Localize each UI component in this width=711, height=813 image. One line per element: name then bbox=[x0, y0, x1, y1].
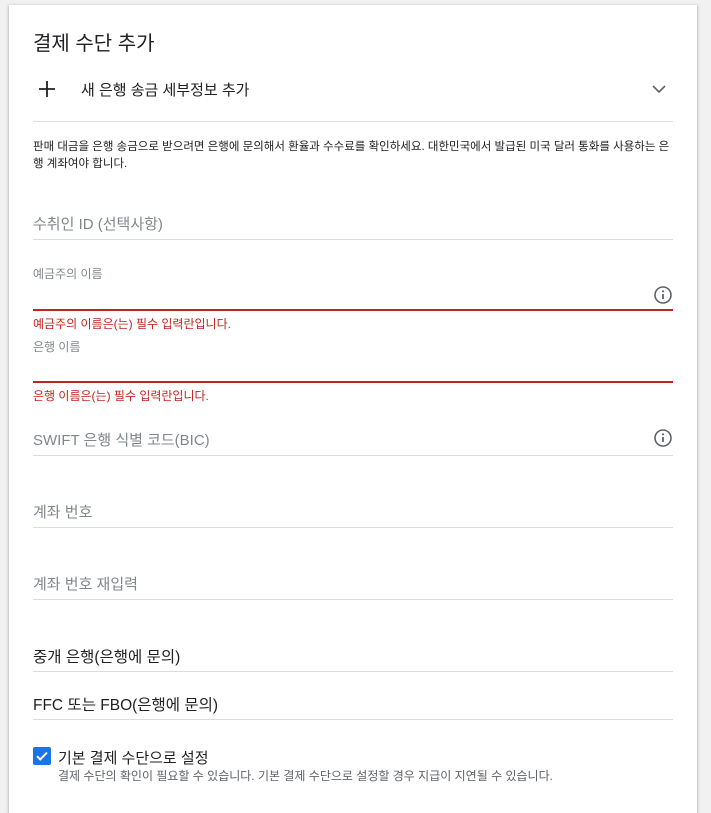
swift-bic-underline bbox=[33, 455, 673, 456]
default-payment-checkbox[interactable] bbox=[33, 747, 51, 765]
swift-bic-field[interactable]: SWIFT 은행 식별 코드(BIC) bbox=[33, 427, 673, 457]
info-icon[interactable] bbox=[653, 285, 673, 305]
account-holder-name-underline bbox=[33, 309, 673, 311]
account-holder-name-label: 예금주의 이름 bbox=[33, 267, 103, 281]
plus-icon bbox=[35, 77, 59, 101]
account-number-field[interactable]: 계좌 번호 bbox=[33, 499, 673, 529]
default-payment-note: 결제 수단의 확인이 필요할 수 있습니다. 기본 결제 수단으로 설정할 경우… bbox=[58, 769, 553, 783]
payee-id-placeholder: 수취인 ID (선택사항) bbox=[33, 216, 163, 233]
account-holder-name-field[interactable]: 예금주의 이름 예금주의 이름은(는) 필수 입력란입니다. bbox=[33, 265, 673, 335]
payee-id-field[interactable]: 수취인 ID (선택사항) bbox=[33, 211, 673, 241]
divider bbox=[33, 121, 673, 122]
payee-id-underline bbox=[33, 239, 673, 240]
default-payment-label[interactable]: 기본 결제 수단으로 설정 bbox=[58, 747, 209, 768]
swift-bic-placeholder: SWIFT 은행 식별 코드(BIC) bbox=[33, 432, 210, 449]
intermediary-bank-field[interactable]: 중개 은행(은행에 문의) bbox=[33, 643, 673, 673]
add-bank-transfer-label: 새 은행 송금 세부정보 추가 bbox=[81, 81, 250, 99]
account-number-confirm-placeholder: 계좌 번호 재입력 bbox=[33, 576, 138, 593]
bank-transfer-info: 판매 대금을 은행 송금으로 받으려면 은행에 문의해서 환율과 수수료를 확인… bbox=[33, 141, 670, 170]
ffc-fbo-field[interactable]: FFC 또는 FBO(은행에 문의) bbox=[33, 691, 673, 721]
account-number-underline bbox=[33, 527, 673, 528]
intermediary-bank-underline bbox=[33, 671, 673, 672]
bank-name-underline bbox=[33, 381, 673, 383]
bank-name-error: 은행 이름은(는) 필수 입력란입니다. bbox=[33, 389, 209, 403]
add-bank-transfer-row[interactable]: 새 은행 송금 세부정보 추가 bbox=[33, 69, 673, 109]
chevron-down-icon[interactable] bbox=[647, 77, 671, 101]
info-icon[interactable] bbox=[653, 428, 673, 448]
ffc-fbo-label: FFC 또는 FBO(은행에 문의) bbox=[33, 697, 219, 714]
intermediary-bank-label: 중개 은행(은행에 문의) bbox=[33, 649, 181, 666]
account-number-placeholder: 계좌 번호 bbox=[33, 504, 93, 521]
page-title: 결제 수단 추가 bbox=[33, 33, 155, 55]
checkmark-icon bbox=[36, 751, 48, 761]
account-number-confirm-underline bbox=[33, 599, 673, 600]
bank-name-field[interactable]: 은행 이름 은행 이름은(는) 필수 입력란입니다. bbox=[33, 338, 673, 408]
bank-name-label: 은행 이름 bbox=[33, 340, 81, 354]
ffc-fbo-underline bbox=[33, 719, 673, 720]
account-holder-name-error: 예금주의 이름은(는) 필수 입력란입니다. bbox=[33, 317, 231, 331]
account-number-confirm-field[interactable]: 계좌 번호 재입력 bbox=[33, 571, 673, 601]
add-payment-method-card: 결제 수단 추가 새 은행 송금 세부정보 추가 판매 대금을 은행 송금으로 … bbox=[9, 5, 697, 813]
